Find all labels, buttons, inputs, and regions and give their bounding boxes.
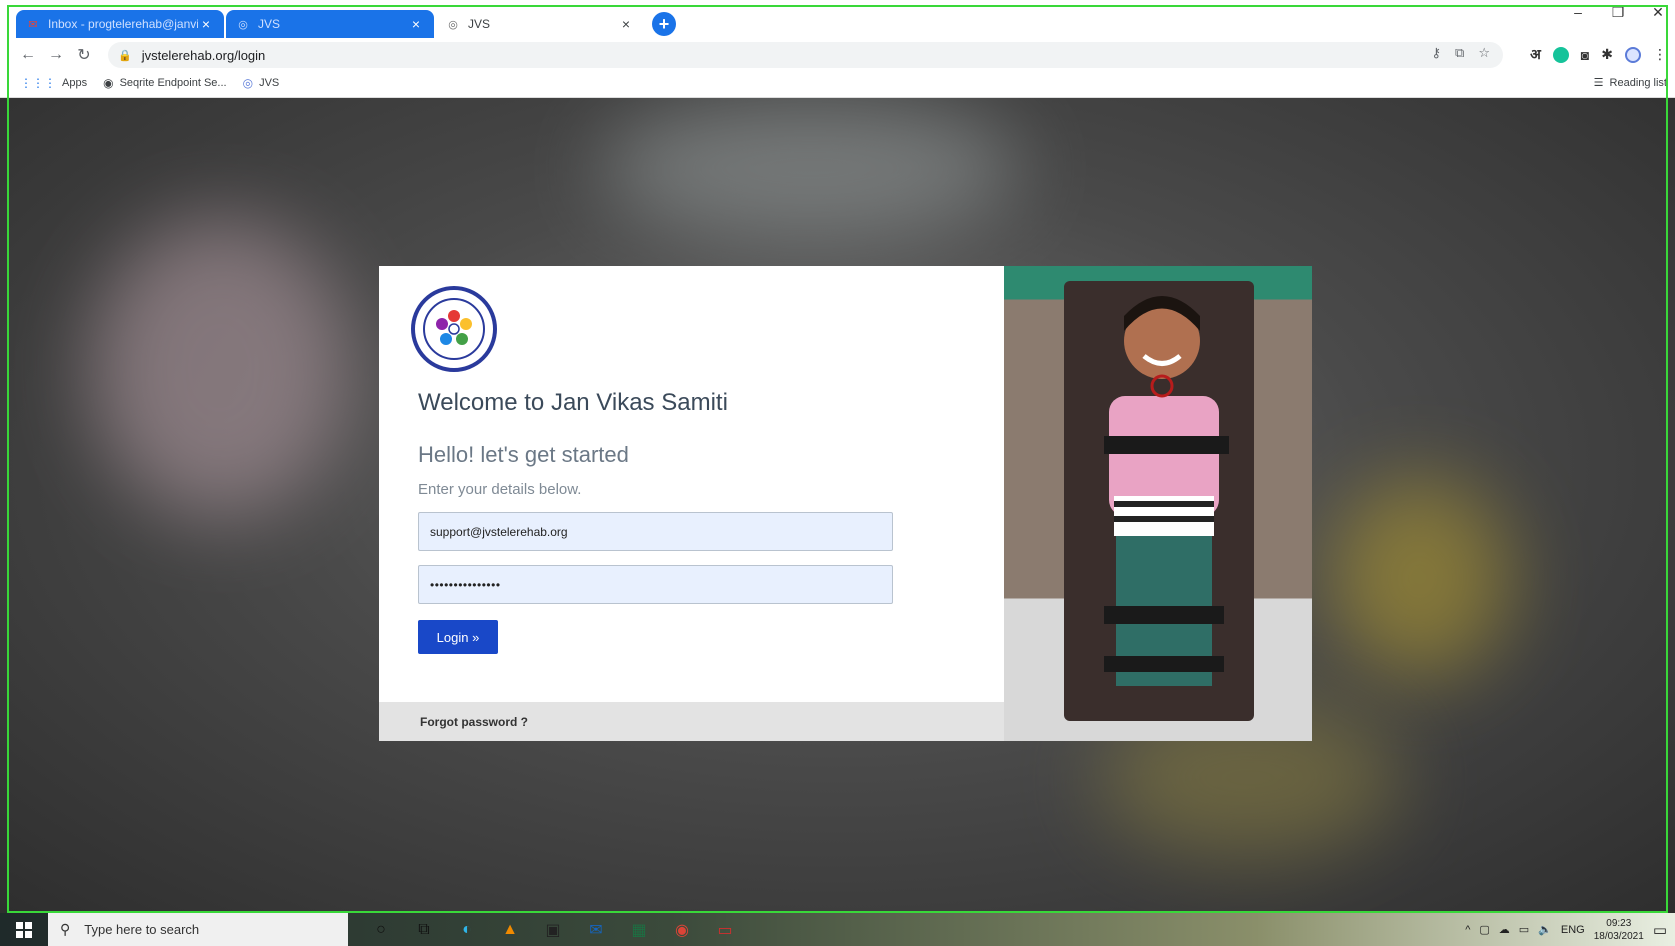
jvs-icon: ◎ xyxy=(238,18,248,31)
reading-list-label: Reading list xyxy=(1609,76,1667,89)
address-bar[interactable]: 🔒 jvstelerehab.org/login xyxy=(108,42,1503,68)
lock-icon: 🔒 xyxy=(118,49,132,62)
notifications-icon[interactable]: ▭ xyxy=(1653,921,1667,939)
camera-icon[interactable]: ◙ xyxy=(1581,47,1589,63)
background-blur xyxy=(90,218,350,518)
vlc-icon[interactable]: ▲ xyxy=(497,917,523,943)
new-tab-button[interactable]: + xyxy=(652,12,676,36)
volume-icon[interactable]: 🔈 xyxy=(1538,923,1552,936)
reading-list-button[interactable]: ☰ Reading list xyxy=(1593,76,1667,90)
girl-in-stander-illustration xyxy=(1064,281,1254,721)
grammarly-icon[interactable] xyxy=(1552,46,1569,63)
edge-icon[interactable]: ◐ xyxy=(454,917,480,943)
tab-title: Inbox - progtelerehab@janvikas xyxy=(48,17,198,31)
taskbar-search-box[interactable]: ⚲ Type here to search xyxy=(48,913,348,946)
clock[interactable]: 09:23 18/03/2021 xyxy=(1594,917,1644,943)
apps-grid-icon: ⋮⋮⋮ xyxy=(20,76,56,90)
welcome-heading: Welcome to Jan Vikas Samiti xyxy=(418,389,728,416)
close-icon[interactable]: × xyxy=(618,16,634,32)
jvs-logo xyxy=(411,286,497,372)
login-button[interactable]: Login » xyxy=(418,620,498,654)
translate-icon[interactable]: ⧉ xyxy=(1455,45,1464,61)
background-blur xyxy=(600,98,1020,238)
tab-jvs-2[interactable]: ◎ JVS × xyxy=(436,10,644,38)
extension-icons: अ ◙ ✱ ⋮ xyxy=(1530,45,1667,64)
star-icon[interactable]: ☆ xyxy=(1478,45,1490,61)
minimize-icon[interactable]: – xyxy=(1569,4,1587,21)
jvs-icon: ◎ xyxy=(242,76,254,90)
language-indicator[interactable]: ENG xyxy=(1561,924,1585,936)
logo-emblem xyxy=(423,298,485,360)
card-footer: Forgot password ? xyxy=(379,702,1004,741)
search-icon: ⚲ xyxy=(60,921,71,937)
tab-title: JVS xyxy=(258,17,281,31)
logo-flower-icon xyxy=(436,310,472,345)
cortana-icon[interactable]: ○ xyxy=(368,917,394,943)
network-icon[interactable]: ▭ xyxy=(1519,923,1529,936)
hello-subheading: Hello! let's get started xyxy=(418,442,629,467)
task-view-icon[interactable]: ⧉ xyxy=(411,917,437,943)
mail-icon[interactable]: ✉ xyxy=(583,917,609,943)
reading-list-icon: ☰ xyxy=(1593,77,1604,89)
taskbar-apps: ○ ⧉ ◐ ▲ ▣ ✉ ▦ ◉ ▭ xyxy=(368,917,738,943)
login-page-background: Welcome to Jan Vikas Samiti Hello! let's… xyxy=(0,98,1675,913)
tab-jvs-1[interactable]: ◎ JVS × xyxy=(226,10,434,38)
chrome-icon[interactable]: ◉ xyxy=(669,917,695,943)
profile-avatar-icon[interactable] xyxy=(1625,46,1641,63)
reload-icon[interactable]: ↻ xyxy=(70,45,98,65)
forward-icon[interactable]: → xyxy=(42,46,70,64)
excel-icon[interactable]: ▦ xyxy=(626,917,652,943)
instructions-text: Enter your details below. xyxy=(418,481,582,498)
jvs-icon: ◎ xyxy=(448,18,458,31)
close-icon[interactable]: × xyxy=(198,16,214,32)
browser-toolbar: ← → ↻ 🔒 jvstelerehab.org/login ⚷ ⧉ ☆ अ ◙… xyxy=(0,41,1675,69)
window-controls: – ❐ ✕ xyxy=(1569,4,1667,21)
meet-now-icon[interactable]: ▢ xyxy=(1479,923,1489,936)
hero-photo xyxy=(1004,266,1312,741)
bookmark-seqrite[interactable]: ◉ Seqrite Endpoint Se... xyxy=(103,76,227,90)
back-icon[interactable]: ← xyxy=(14,46,42,64)
tab-title: JVS xyxy=(468,17,491,31)
more-menu-icon[interactable]: ⋮ xyxy=(1653,46,1667,63)
gmail-icon: ✉ xyxy=(28,18,38,31)
start-button[interactable] xyxy=(0,913,48,946)
bookmark-label: Apps xyxy=(62,77,88,89)
chevron-up-icon[interactable]: ^ xyxy=(1465,924,1470,936)
forgot-password-link[interactable]: Forgot password ? xyxy=(420,715,528,729)
password-field[interactable] xyxy=(418,565,893,604)
email-field[interactable] xyxy=(418,512,893,551)
windows-logo-icon xyxy=(16,921,32,938)
tab-strip: ✉ Inbox - progtelerehab@janvikas × ◎ JVS… xyxy=(0,0,1675,41)
restore-icon[interactable]: ❐ xyxy=(1609,4,1627,21)
search-placeholder: Type here to search xyxy=(84,922,200,937)
omnibox-actions: ⚷ ⧉ ☆ xyxy=(1432,45,1490,61)
bookmark-apps[interactable]: ⋮⋮⋮ Apps xyxy=(20,76,87,90)
login-card: Welcome to Jan Vikas Samiti Hello! let's… xyxy=(379,266,1004,741)
close-icon[interactable]: × xyxy=(408,16,424,32)
bookmark-label: Seqrite Endpoint Se... xyxy=(119,77,227,89)
url-text: jvstelerehab.org/login xyxy=(141,47,266,63)
close-window-icon[interactable]: ✕ xyxy=(1649,4,1667,21)
puzzle-icon[interactable]: ✱ xyxy=(1601,46,1613,63)
clock-time: 09:23 xyxy=(1606,917,1632,929)
store-icon[interactable]: ▣ xyxy=(540,917,566,943)
bookmark-label: JVS xyxy=(259,77,280,89)
key-icon[interactable]: ⚷ xyxy=(1432,45,1442,61)
system-tray: ^ ▢ ☁ ▭ 🔈 ENG 09:23 18/03/2021 ▭ xyxy=(1465,913,1667,946)
tab-inbox[interactable]: ✉ Inbox - progtelerehab@janvikas × xyxy=(16,10,224,38)
background-blur xyxy=(1330,478,1510,678)
hindi-input-icon[interactable]: अ xyxy=(1530,45,1541,64)
clock-date: 18/03/2021 xyxy=(1593,930,1644,942)
acrobat-icon[interactable]: ▭ xyxy=(712,917,738,943)
bookmark-jvs[interactable]: ◎ JVS xyxy=(243,76,280,90)
bookmarks-bar: ⋮⋮⋮ Apps ◉ Seqrite Endpoint Se... ◎ JVS … xyxy=(0,69,1675,98)
onedrive-icon[interactable]: ☁ xyxy=(1499,923,1510,936)
windows-taskbar: ⚲ Type here to search ○ ⧉ ◐ ▲ ▣ ✉ ▦ ◉ ▭ … xyxy=(0,913,1675,946)
seqrite-icon: ◉ xyxy=(103,76,114,90)
